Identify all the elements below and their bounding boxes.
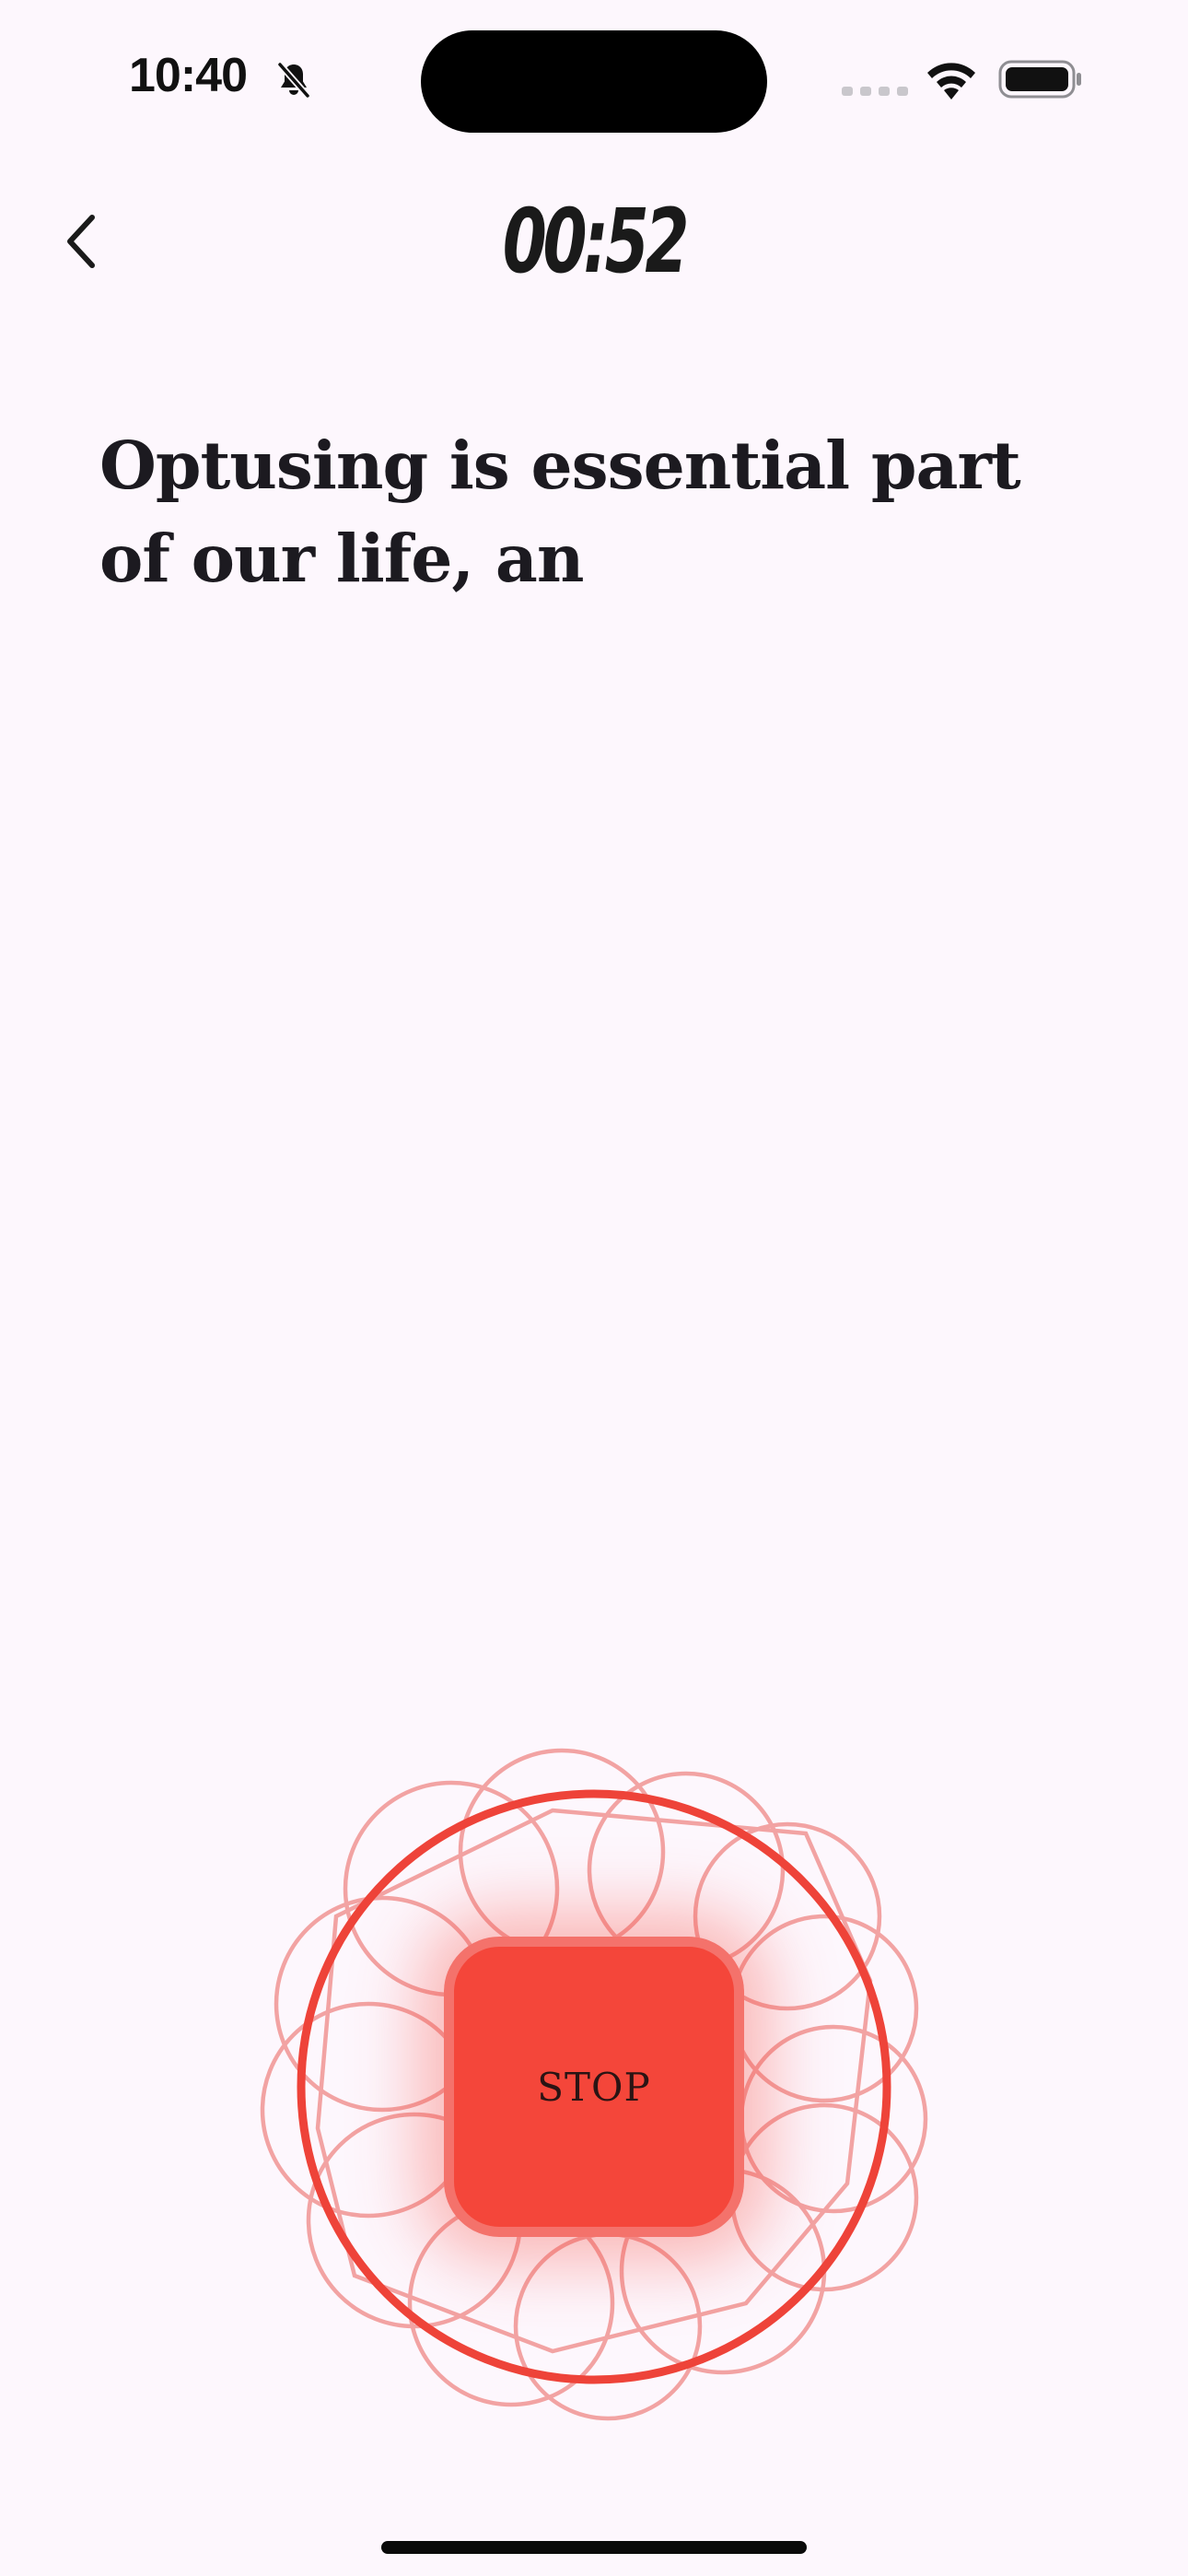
chevron-left-icon — [67, 215, 95, 268]
bell-slash-icon — [277, 62, 310, 99]
recording-timer: 00:52 — [502, 190, 690, 293]
wave-ring — [458, 1748, 666, 1956]
wave-ring — [739, 2024, 928, 2214]
battery-icon — [998, 60, 1081, 99]
home-indicator[interactable] — [381, 2541, 807, 2554]
wave-ring — [729, 2102, 919, 2292]
stop-button[interactable]: STOP — [444, 1937, 744, 2237]
back-button[interactable] — [48, 205, 114, 278]
wave-ring — [260, 2001, 477, 2219]
wifi-icon — [927, 63, 975, 100]
stop-button-label: STOP — [537, 2064, 651, 2110]
transcript-text: Optusing is essential part of our life, … — [99, 427, 1021, 597]
status-time: 10:40 — [129, 49, 248, 102]
status-bar: 10:40 — [0, 0, 1188, 157]
dynamic-island — [421, 30, 767, 133]
wave-ring — [513, 2231, 703, 2421]
wave-ring — [729, 1914, 919, 2103]
cellular-signal-icon — [842, 87, 908, 96]
